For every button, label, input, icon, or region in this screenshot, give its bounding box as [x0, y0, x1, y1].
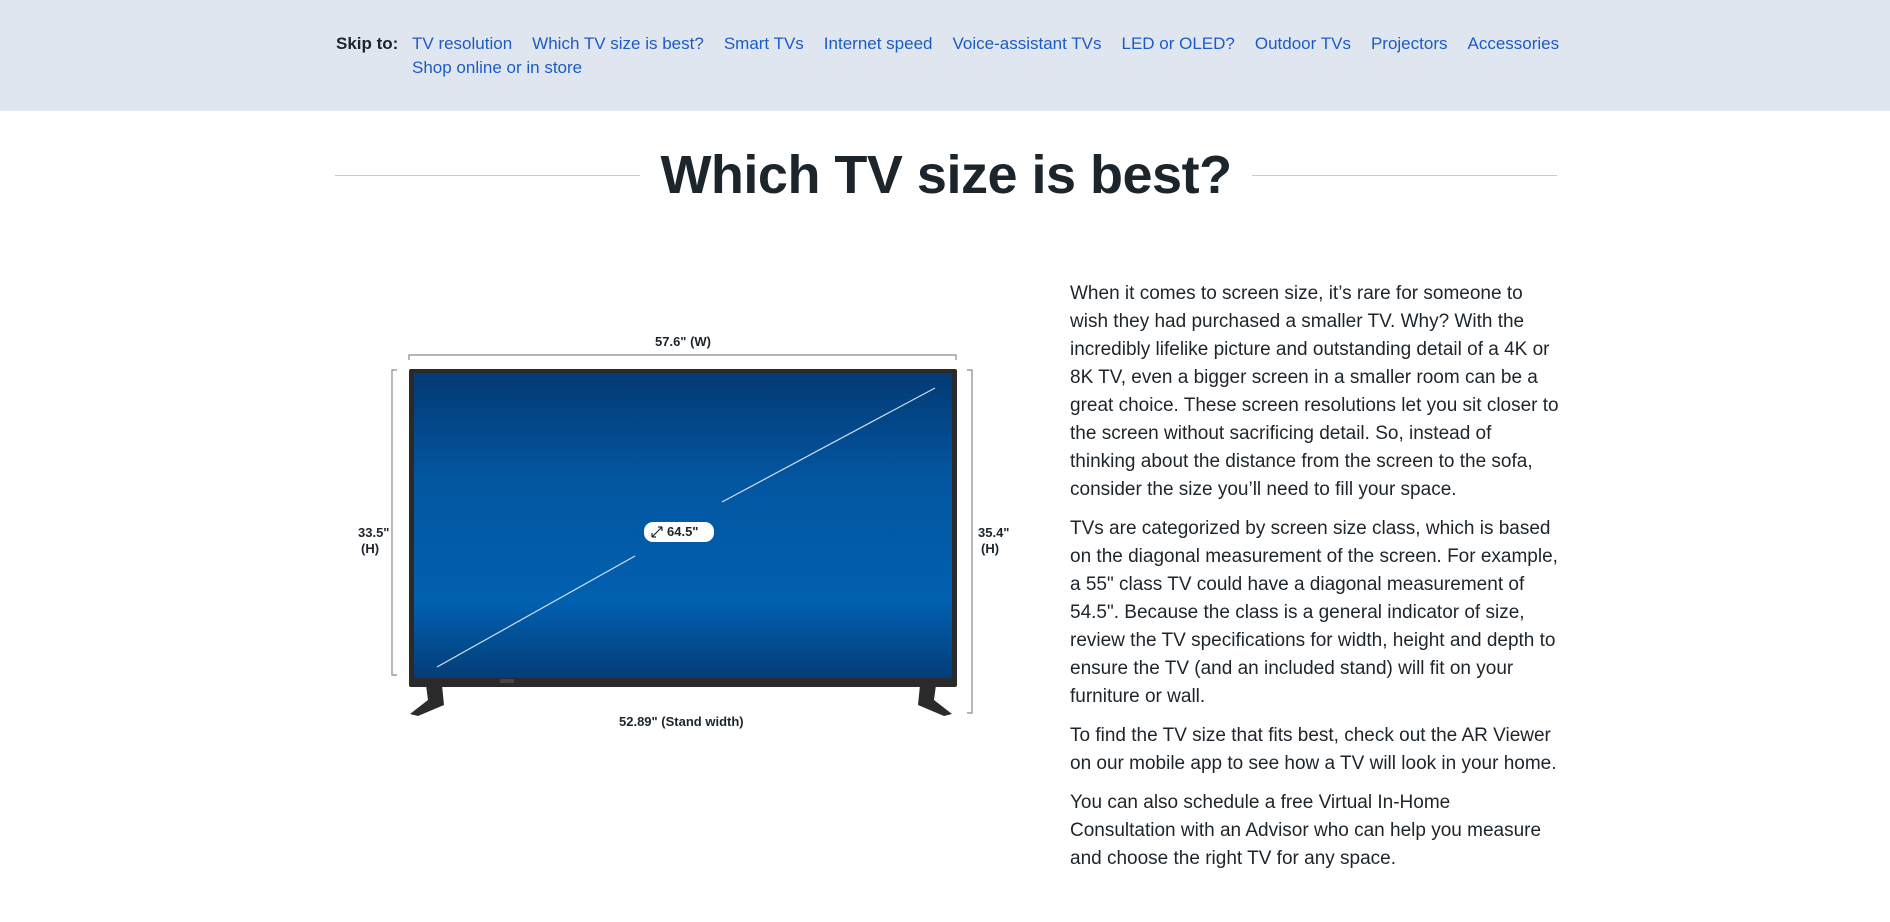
skip-link-shop-online-or-in-store[interactable]: Shop online or in store	[412, 58, 582, 78]
page-title: Which TV size is best?	[660, 145, 1232, 205]
left-height-value: 33.5"	[358, 525, 390, 540]
tv-stand-left	[410, 685, 444, 716]
width-bracket	[408, 354, 957, 360]
skip-links-list: TV resolution Which TV size is best? Sma…	[412, 34, 1562, 78]
width-label: 57.6" (W)	[655, 334, 712, 349]
right-height-unit: (H)	[981, 541, 1000, 556]
skip-link-accessories[interactable]: Accessories	[1467, 34, 1559, 54]
heading-rule-right	[1251, 174, 1558, 176]
skip-to-nav: Skip to: TV resolution Which TV size is …	[0, 0, 1890, 111]
skip-link-smart-tvs[interactable]: Smart TVs	[724, 34, 804, 54]
left-height-bracket	[391, 369, 397, 676]
right-height-value: 35.4"	[978, 525, 1010, 540]
skip-link-led-or-oled[interactable]: LED or OLED?	[1121, 34, 1234, 54]
skip-link-tv-resolution[interactable]: TV resolution	[412, 34, 512, 54]
article-body: When it comes to screen size, it’s rare …	[1070, 280, 1560, 884]
heading-rule-left	[335, 174, 641, 176]
article-paragraph: TVs are categorized by screen size class…	[1070, 518, 1558, 707]
article-paragraph: You can also schedule a free Virtual In-…	[1070, 792, 1542, 869]
skip-to-label: Skip to:	[336, 34, 399, 53]
stand-width-label: 52.89" (Stand width)	[619, 714, 744, 729]
skip-link-projectors[interactable]: Projectors	[1371, 34, 1448, 54]
skip-link-outdoor-tvs[interactable]: Outdoor TVs	[1255, 34, 1351, 54]
section-heading: Which TV size is best?	[335, 140, 1558, 210]
tv-stand-right	[918, 685, 952, 716]
skip-link-internet-speed[interactable]: Internet speed	[824, 34, 933, 54]
skip-link-which-tv-size[interactable]: Which TV size is best?	[532, 34, 704, 54]
article-paragraph: When it comes to screen size, it’s rare …	[1070, 283, 1559, 500]
article-paragraph: To find the TV size that fits best, chec…	[1070, 725, 1557, 774]
skip-link-voice-assistant-tvs[interactable]: Voice-assistant TVs	[953, 34, 1102, 54]
left-height-unit: (H)	[361, 541, 380, 556]
diagonal-label: 64.5"	[667, 524, 699, 539]
tv-size-diagram: 57.6" (W) 33.5" (H) 35.4" (H) 64.5" 52.8…	[340, 320, 1020, 740]
right-height-bracket	[967, 369, 973, 714]
